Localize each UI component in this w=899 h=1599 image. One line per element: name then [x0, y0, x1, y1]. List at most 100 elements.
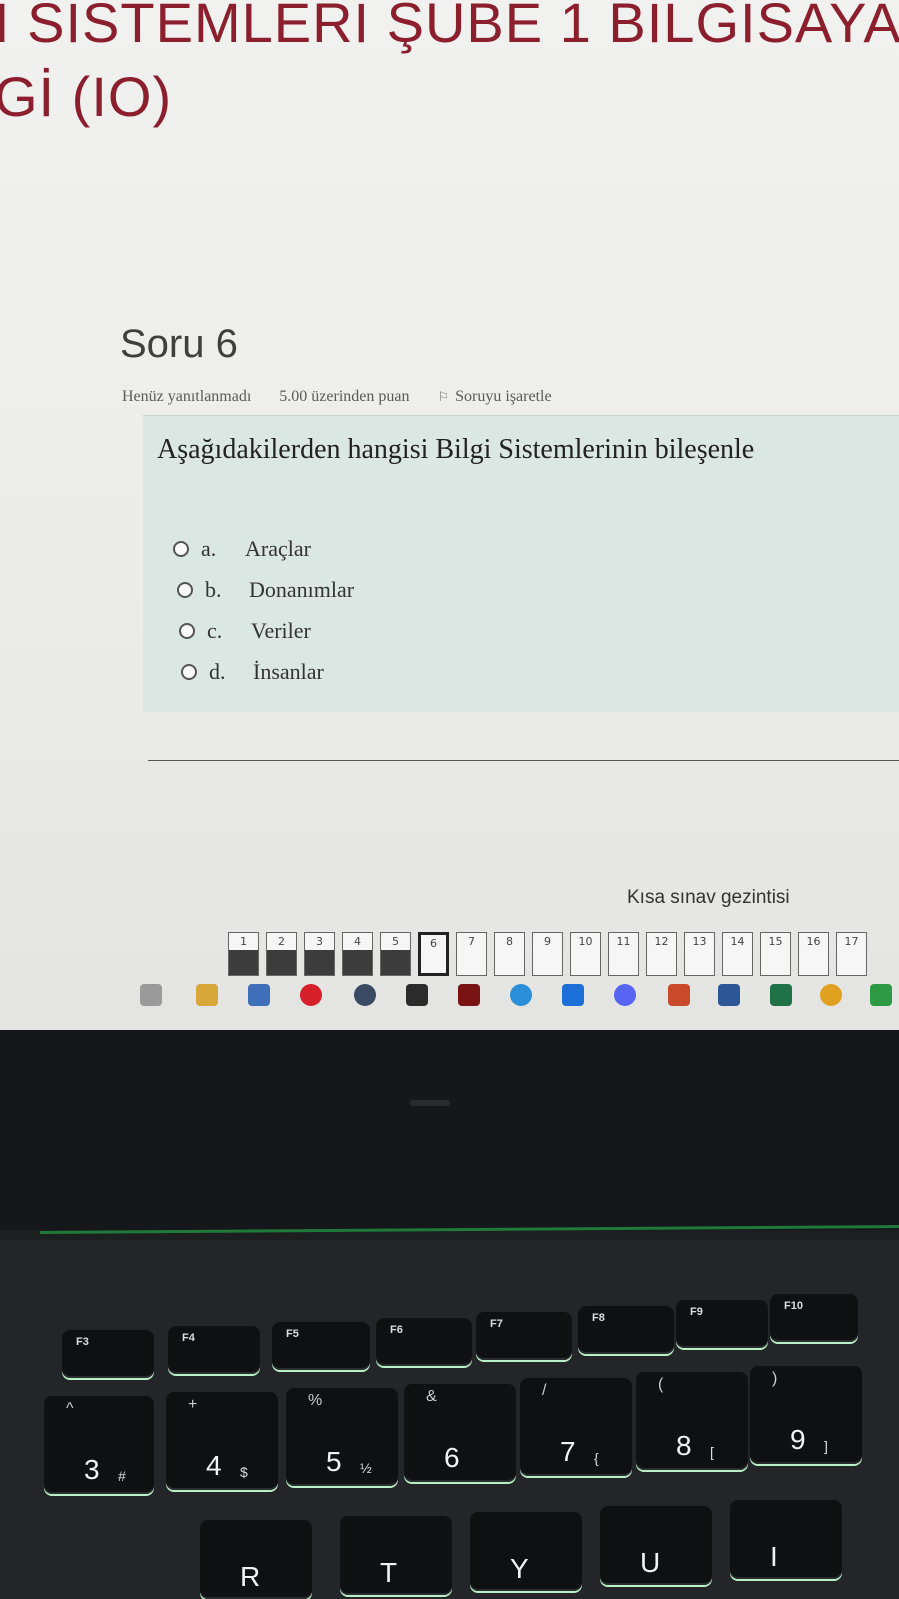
key-f9[interactable]: F9 — [676, 1300, 768, 1348]
telegram-icon[interactable] — [510, 984, 532, 1006]
key-f10[interactable]: F10 — [770, 1294, 858, 1342]
key-f7[interactable]: F7 — [476, 1312, 572, 1360]
file-explorer-icon[interactable] — [196, 984, 218, 1006]
key-u[interactable]: U — [600, 1506, 712, 1585]
question-box: Aşağıdakilerden hangisi Bilgi Sistemleri… — [143, 415, 899, 712]
quiz-nav-button-2[interactable]: 2 — [266, 932, 297, 976]
mail-icon[interactable] — [248, 984, 270, 1006]
key-label: F5 — [286, 1328, 299, 1340]
quiz-nav-button-13[interactable]: 13 — [684, 932, 715, 976]
quiz-nav-button-number: 15 — [768, 935, 783, 948]
key-main-glyph: 5 — [326, 1446, 342, 1477]
key-top-glyph: / — [542, 1382, 547, 1399]
pinterest-icon[interactable] — [300, 984, 322, 1006]
key-4[interactable]: +4 $ — [166, 1392, 278, 1490]
quiz-nav-button-number: 9 — [544, 935, 551, 948]
quiz-nav-button-11[interactable]: 11 — [608, 932, 639, 976]
radio-button[interactable] — [173, 540, 189, 557]
quiz-navigation-buttons: 1 2 3 4 5 6 7 8 9 10 11 12 13 14 15 16 17 — [228, 932, 867, 976]
quiz-nav-button-number: 17 — [844, 935, 859, 948]
quiz-nav-button-number: 12 — [654, 935, 669, 948]
radio-button[interactable] — [179, 622, 195, 639]
quiz-nav-button-10[interactable]: 10 — [570, 932, 601, 976]
red-app-icon[interactable] — [458, 984, 480, 1006]
radio-button[interactable] — [177, 581, 193, 598]
screen: I SİSTEMLERİ ŞUBE 1 BİLGİSAYA Gİ (IO) So… — [0, 0, 899, 1030]
quiz-nav-button-9[interactable]: 9 — [532, 932, 563, 976]
quiz-nav-button-number: 4 — [354, 935, 361, 948]
key-sub-glyph: { — [594, 1450, 599, 1466]
cube-app-icon[interactable] — [354, 984, 376, 1006]
key-f5[interactable]: F5 — [272, 1322, 370, 1370]
answer-option-a[interactable]: a. Araçlar — [173, 528, 354, 569]
quiz-nav-button-15[interactable]: 15 — [760, 932, 791, 976]
key-main-glyph: U — [640, 1547, 661, 1578]
excel-icon[interactable] — [770, 984, 792, 1006]
answer-option-b[interactable]: b. Donanımlar — [177, 569, 354, 610]
quiz-nav-button-17[interactable]: 17 — [836, 932, 867, 976]
quiz-nav-button-4[interactable]: 4 — [342, 932, 373, 976]
teamviewer-icon[interactable] — [562, 984, 584, 1006]
key-main-glyph: Y — [510, 1553, 529, 1584]
key-r[interactable]: R — [200, 1520, 312, 1599]
task-view-icon[interactable] — [140, 984, 162, 1006]
answer-option-c[interactable]: c. Veriler — [179, 610, 354, 651]
chrome-icon[interactable] — [820, 984, 842, 1006]
quiz-nav-button-14[interactable]: 14 — [722, 932, 753, 976]
key-y[interactable]: Y — [470, 1512, 582, 1591]
quiz-nav-button-8[interactable]: 8 — [494, 932, 525, 976]
key-main-glyph: 9 — [790, 1424, 806, 1455]
question-status: Henüz yanıtlanmadı — [122, 388, 252, 405]
discord-icon[interactable] — [614, 984, 636, 1006]
key-8[interactable]: (8 [ — [636, 1372, 748, 1470]
key-sub-glyph: $ — [240, 1464, 248, 1480]
flag-question-link[interactable]: ⚐ Soruyu işaretle — [437, 388, 575, 405]
answer-label: Veriler — [251, 617, 311, 643]
key-6[interactable]: & 6 — [404, 1384, 516, 1482]
quiz-nav-button-1[interactable]: 1 — [228, 932, 259, 976]
question-meta: Henüz yanıtlanmadı 5.00 üzerinden puan ⚐… — [122, 388, 600, 406]
key-label: F9 — [690, 1306, 703, 1318]
answer-list: a. Araçlar b. Donanımlar c. Veriler d. İ… — [173, 528, 354, 692]
radio-button[interactable] — [181, 663, 197, 680]
key-5[interactable]: % 5 ½ — [286, 1388, 398, 1486]
quiz-navigation-title: Kısa sınav gezintisi — [627, 887, 790, 908]
course-title-line1: I SİSTEMLERİ ŞUBE 1 BİLGİSAYA — [0, 0, 899, 54]
quiz-nav-button-5[interactable]: 5 — [380, 932, 411, 976]
key-i[interactable]: I — [730, 1500, 842, 1579]
answer-label: Araçlar — [245, 535, 311, 561]
key-f6[interactable]: F6 — [376, 1318, 472, 1366]
terminal-icon[interactable] — [406, 984, 428, 1006]
quiz-nav-button-number: 1 — [240, 935, 247, 948]
key-label: F6 — [390, 1324, 403, 1336]
key-top-glyph: + — [188, 1396, 198, 1413]
key-f4[interactable]: F4 — [168, 1326, 260, 1374]
key-3[interactable]: ^ 3 # — [44, 1396, 154, 1494]
key-top-glyph: ^ — [66, 1400, 74, 1417]
key-9[interactable]: ) 9] — [750, 1366, 862, 1464]
quiz-nav-button-number: 2 — [278, 935, 285, 948]
flag-question-label: Soruyu işaretle — [455, 388, 552, 405]
answer-label: İnsanlar — [253, 658, 324, 684]
powerpoint-icon[interactable] — [668, 984, 690, 1006]
quiz-nav-button-number: 7 — [468, 935, 475, 948]
quiz-nav-button-6[interactable]: 6 — [418, 932, 449, 976]
question-text: Aşağıdakilerden hangisi Bilgi Sistemleri… — [157, 434, 755, 465]
key-t[interactable]: T — [340, 1516, 452, 1595]
answer-option-d[interactable]: d. İnsanlar — [181, 651, 354, 692]
key-7[interactable]: / 7 { — [520, 1378, 632, 1476]
green-app-icon[interactable] — [870, 984, 892, 1006]
key-main-glyph: 6 — [444, 1442, 460, 1473]
quiz-nav-button-3[interactable]: 3 — [304, 932, 335, 976]
answer-letter: b. — [205, 576, 222, 602]
quiz-nav-button-16[interactable]: 16 — [798, 932, 829, 976]
word-icon[interactable] — [718, 984, 740, 1006]
quiz-nav-button-7[interactable]: 7 — [456, 932, 487, 976]
laptop-bezel — [0, 1030, 899, 1230]
key-sub-glyph: [ — [710, 1444, 714, 1460]
key-main-glyph: I — [770, 1541, 778, 1572]
question-heading: Soru 6 — [120, 322, 238, 366]
key-f8[interactable]: F8 — [578, 1306, 674, 1354]
quiz-nav-button-12[interactable]: 12 — [646, 932, 677, 976]
key-f3[interactable]: F3 — [62, 1330, 154, 1378]
